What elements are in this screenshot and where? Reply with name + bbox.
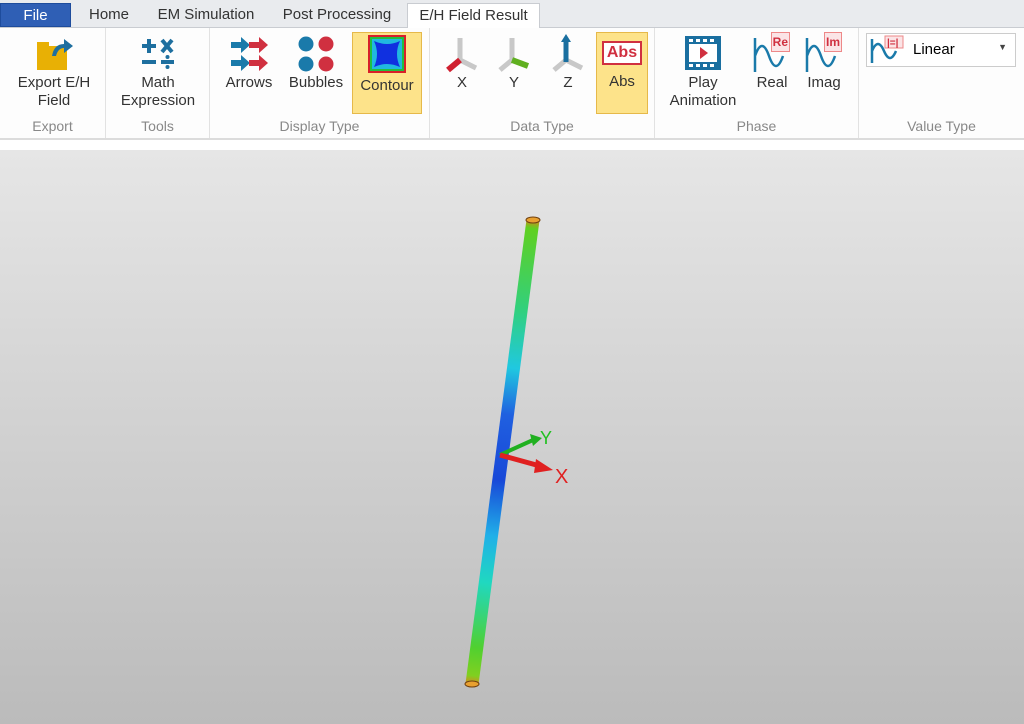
y-button[interactable]: Y — [492, 32, 536, 92]
x-button[interactable]: X — [440, 32, 484, 92]
group-label: Tools — [141, 118, 174, 134]
axis-y-icon — [498, 38, 530, 72]
bubbles-icon — [298, 36, 334, 72]
label: Y — [508, 74, 519, 91]
z-button[interactable]: Z — [546, 32, 590, 92]
imag-wave-icon: Im — [804, 32, 844, 74]
group-label: Display Type — [279, 118, 360, 134]
label: Bubbles — [288, 74, 344, 91]
axis-z-icon — [552, 34, 584, 72]
group-tools: Math Expression Tools — [106, 28, 210, 138]
play-animation-button[interactable]: Play Animation — [663, 32, 743, 110]
dropdown-arrow-icon: ▼ — [998, 42, 1007, 52]
selected-value: Linear — [913, 41, 955, 58]
label: Imag — [807, 74, 841, 91]
group-export: Export E/H Field Export — [0, 28, 106, 138]
label: Field — [37, 92, 71, 109]
axis-x-icon — [446, 38, 478, 73]
group-display-type: Arrows Bubbles Contour Display Type — [210, 28, 430, 138]
imag-button[interactable]: Im Imag — [801, 32, 847, 92]
play-animation-icon — [685, 36, 721, 70]
field-visualization: Y X — [464, 216, 568, 688]
tab-eh-field-result[interactable]: E/H Field Result — [407, 3, 540, 29]
abs-icon: Abs — [602, 41, 642, 65]
export-eh-field-button[interactable]: Export E/H Field — [8, 32, 100, 110]
label: X — [456, 74, 467, 91]
label: Play — [688, 74, 718, 91]
tab-post-processing[interactable]: Post Processing — [272, 3, 402, 28]
value-type-select[interactable]: |=| Linear ▼ — [866, 33, 1016, 67]
wire-top-cap — [525, 216, 541, 224]
label: Real — [756, 74, 788, 91]
math-operators-icon — [142, 38, 174, 69]
svg-text:|=|: |=| — [887, 38, 899, 49]
label: Math — [141, 74, 175, 91]
arrows-button[interactable]: Arrows — [220, 32, 278, 116]
group-data-type: X Y Z Abs Abs Data Type — [430, 28, 655, 138]
group-label: Export — [32, 118, 73, 134]
group-label: Data Type — [510, 118, 574, 134]
y-axis-label: Y — [540, 428, 552, 448]
bubbles-button[interactable]: Bubbles — [286, 32, 346, 116]
contour-icon — [368, 35, 406, 73]
tab-home[interactable]: Home — [78, 3, 140, 28]
group-label: Phase — [736, 118, 777, 134]
label: Abs — [609, 73, 635, 90]
label: Contour — [360, 77, 414, 94]
math-expression-button[interactable]: Math Expression — [114, 32, 202, 110]
group-label: Value Type — [907, 118, 976, 134]
label: Z — [563, 74, 573, 91]
label: Arrows — [225, 74, 273, 91]
wire-bottom-cap — [464, 680, 480, 688]
tab-file[interactable]: File — [0, 3, 71, 27]
real-wave-icon: Re — [752, 32, 792, 74]
abs-wave-icon: |=| — [870, 35, 904, 63]
export-folder-icon — [37, 39, 73, 70]
abs-button[interactable]: Abs Abs — [596, 32, 648, 114]
im-badge: Im — [823, 32, 842, 52]
arrows-icon — [231, 37, 268, 71]
group-phase: Play Animation Re Real Im Imag Phase — [655, 28, 859, 138]
label: Export E/H — [17, 74, 91, 91]
real-button[interactable]: Re Real — [751, 32, 793, 92]
label: Animation — [669, 92, 737, 109]
ribbon-tabs: File Home EM Simulation Post Processing … — [0, 0, 1024, 29]
re-badge: Re — [770, 32, 790, 52]
tab-em-simulation[interactable]: EM Simulation — [146, 3, 266, 28]
label: Expression — [120, 92, 196, 109]
3d-viewport[interactable]: Y X — [0, 150, 1024, 724]
contour-button[interactable]: Contour — [352, 32, 422, 114]
x-axis-label: X — [555, 466, 568, 488]
